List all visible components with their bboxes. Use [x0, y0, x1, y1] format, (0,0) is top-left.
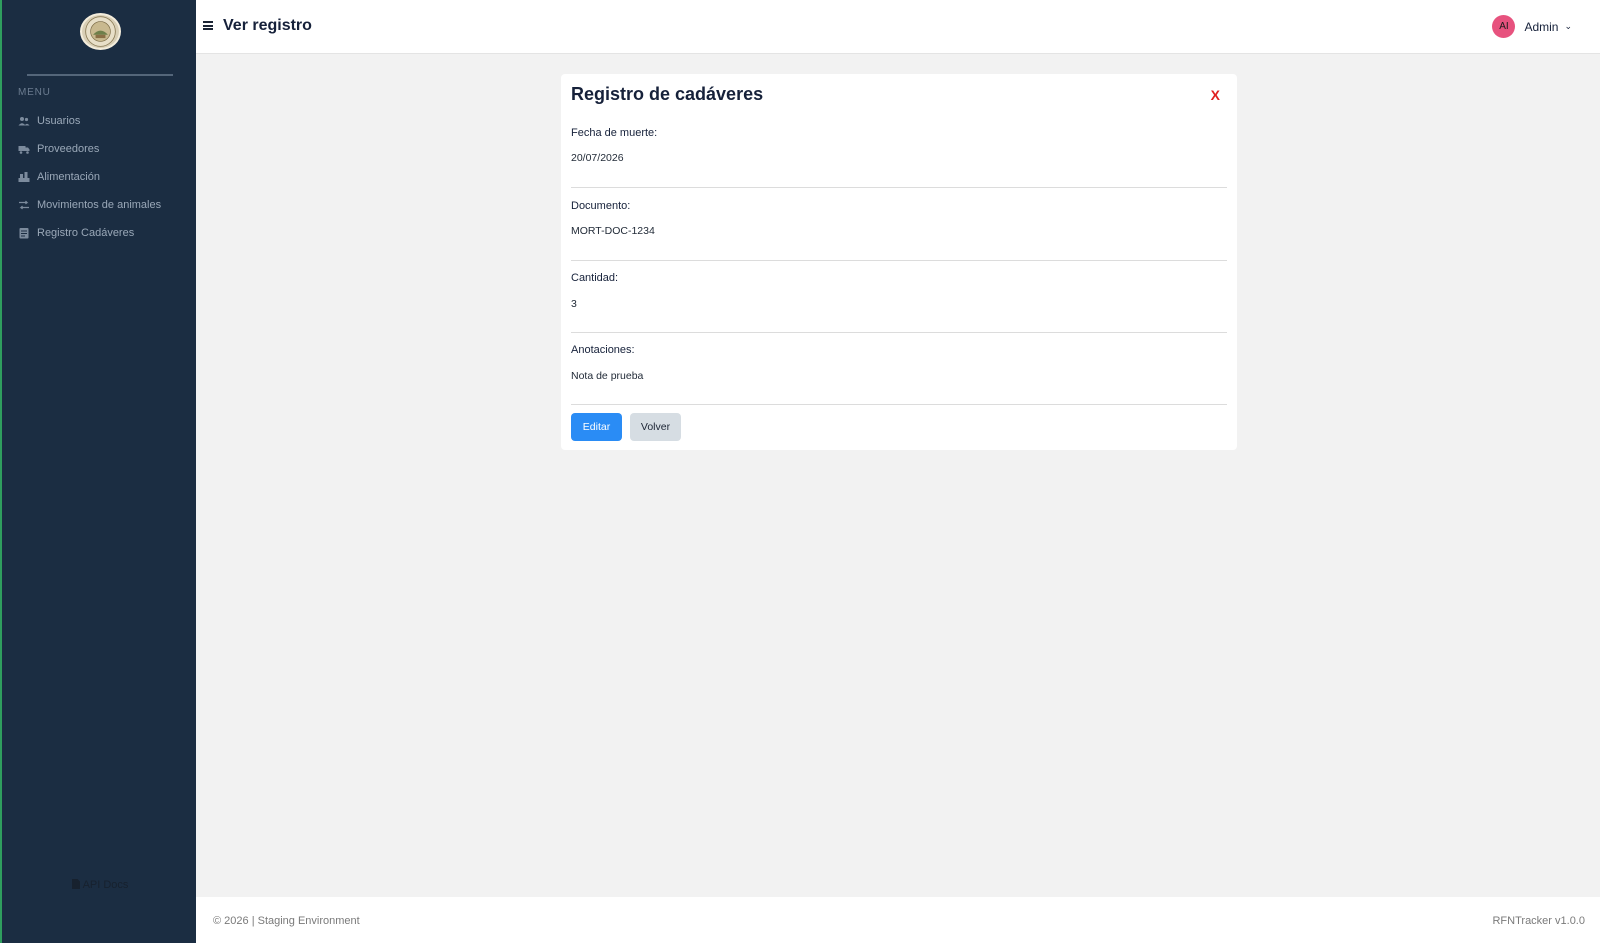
api-docs-label: API Docs: [82, 879, 129, 891]
field-value-fecha: 20/07/2026: [571, 152, 624, 164]
field-label-cantidad: Cantidad:: [571, 272, 619, 284]
api-docs-link[interactable]: API Docs: [2, 879, 198, 892]
sidebar-item-label: Usuarios: [37, 115, 81, 127]
users-icon: [18, 115, 30, 127]
edit-button[interactable]: Editar: [571, 413, 622, 441]
sidebar-item-label: Movimientos de animales: [37, 199, 162, 211]
field-divider: [571, 404, 1227, 405]
field-value-cantidad: 3: [571, 298, 577, 310]
record-card: Registro de cadáveres X Fecha de muerte:…: [561, 74, 1237, 450]
avatar: AI: [1492, 15, 1516, 38]
sidebar-item-label: Alimentación: [37, 171, 100, 183]
sidebar-item-movimientos[interactable]: Movimientos de animales: [18, 196, 161, 214]
field-label-documento: Documento:: [571, 200, 631, 212]
sidebar-item-label: Registro Cadáveres: [37, 227, 135, 239]
field-divider: [571, 332, 1227, 333]
page-title: Ver registro: [223, 17, 312, 34]
field-divider: [571, 187, 1227, 188]
truck-icon: [18, 143, 30, 155]
footer-copyright: © 2026 | Staging Environment: [213, 915, 360, 927]
sidebar-divider: [27, 74, 173, 76]
user-menu[interactable]: AI Admin ⌄: [1492, 15, 1572, 38]
field-label-anotaciones: Anotaciones:: [571, 344, 635, 356]
sidebar-item-proveedores[interactable]: Proveedores: [18, 140, 99, 158]
sidebar-item-registro-cadaveres[interactable]: Registro Cadáveres: [18, 224, 134, 242]
field-divider: [571, 260, 1227, 261]
sidebar-item-label: Proveedores: [37, 143, 100, 155]
footer-version: RFNTracker v1.0.0: [1492, 915, 1585, 927]
document-icon: [71, 879, 80, 892]
card-title: Registro de cadáveres: [571, 84, 764, 104]
swap-arrows-icon: [18, 199, 30, 211]
menu-label: MENU: [18, 87, 51, 98]
feed-icon: [18, 171, 30, 183]
field-value-documento: MORT-DOC-1234: [571, 225, 655, 237]
close-icon[interactable]: X: [1211, 87, 1220, 103]
field-value-anotaciones: Nota de prueba: [571, 370, 644, 382]
footer: © 2026 | Staging Environment RFNTracker …: [196, 897, 1600, 943]
user-name: Admin: [1524, 19, 1559, 34]
sidebar: MENU Usuarios Proveedores Alimentación M…: [0, 0, 196, 943]
top-bar: Ver registro AI Admin ⌄: [196, 0, 1600, 54]
back-button[interactable]: Volver: [630, 413, 681, 441]
logo-icon[interactable]: [80, 13, 121, 50]
hamburger-menu-icon[interactable]: [203, 21, 213, 30]
sidebar-item-alimentacion[interactable]: Alimentación: [18, 168, 100, 186]
chevron-down-icon: ⌄: [1564, 21, 1572, 31]
field-label-fecha: Fecha de muerte:: [571, 127, 658, 139]
sidebar-item-usuarios[interactable]: Usuarios: [18, 112, 80, 130]
clipboard-icon: [18, 227, 30, 239]
